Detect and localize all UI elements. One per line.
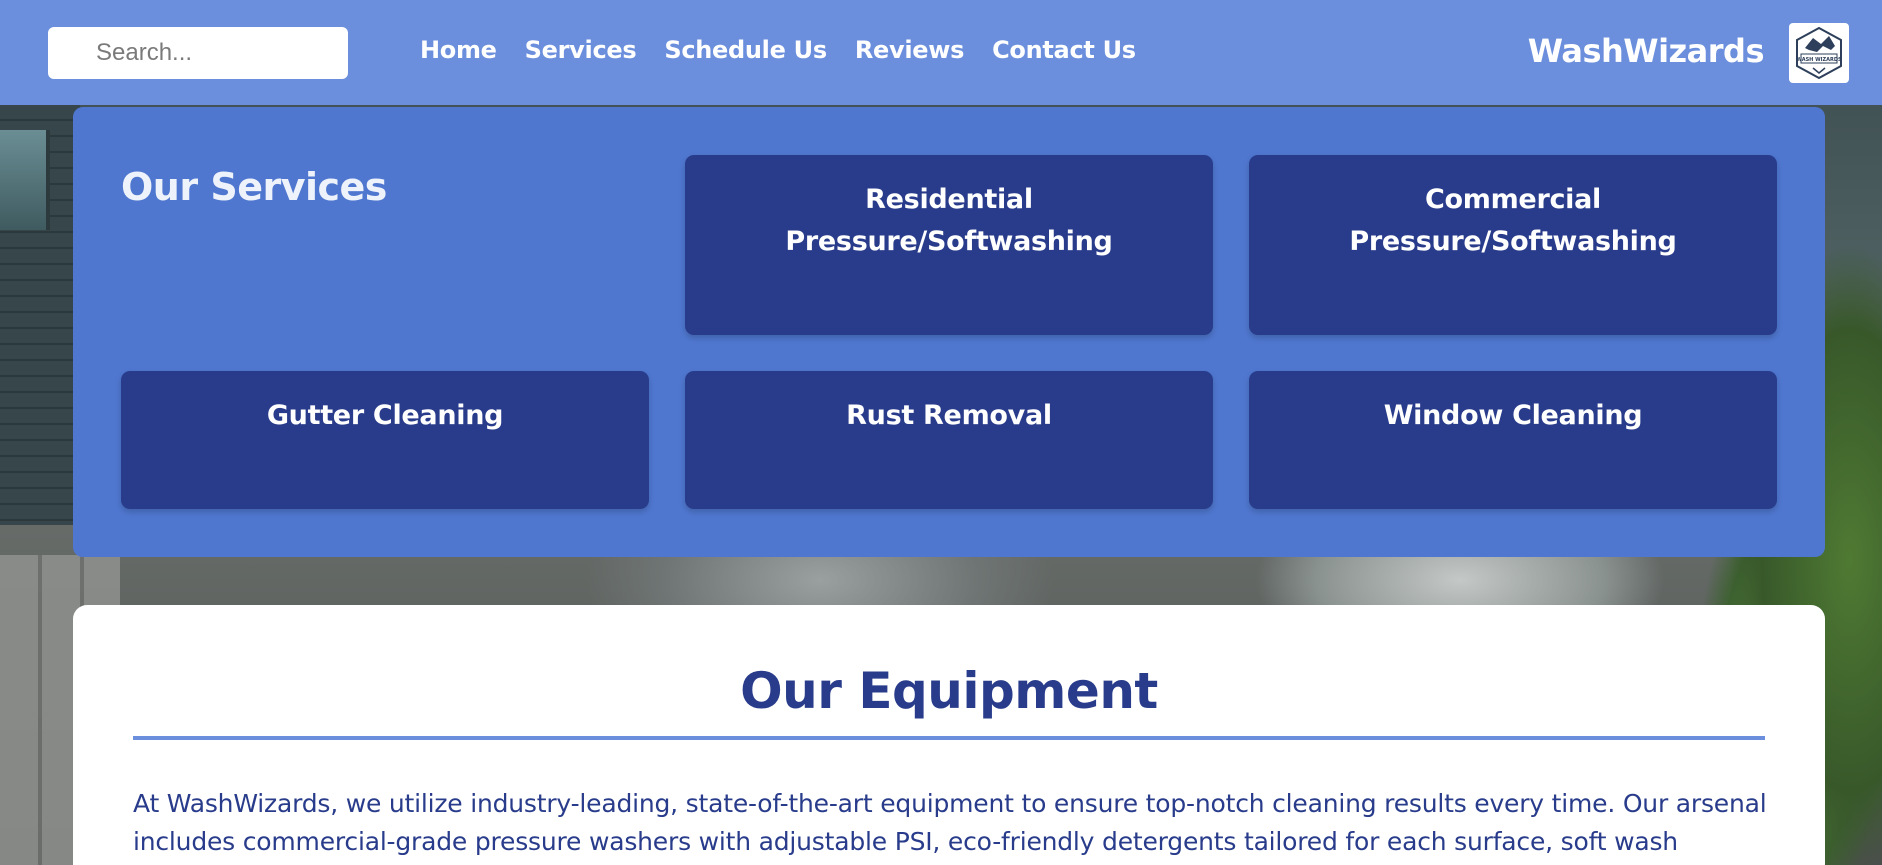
service-card-residential[interactable]: Residential Pressure/Softwashing [685,155,1213,335]
site-header: Home Services Schedule Us Reviews Contac… [0,0,1882,105]
service-card-rust-removal[interactable]: Rust Removal [685,371,1213,509]
nav-link-services[interactable]: Services [525,36,637,64]
equipment-description: At WashWizards, we utilize industry-lead… [133,789,1767,856]
nav-link-schedule-us[interactable]: Schedule Us [664,36,827,64]
service-card-label: Gutter Cleaning [266,400,504,431]
service-card-label: Residential [865,184,1033,215]
background-window [0,130,50,230]
service-card-label: Window Cleaning [1383,400,1643,431]
service-card-window-cleaning[interactable]: Window Cleaning [1249,371,1777,509]
service-card-label: Rust Removal [846,400,1052,431]
brand-name[interactable]: WashWizards [1528,32,1765,70]
nav-link-home[interactable]: Home [420,36,497,64]
nav-link-reviews[interactable]: Reviews [855,36,965,64]
service-card-label: Pressure/Softwashing [1349,226,1677,257]
service-card-label: Pressure/Softwashing [785,226,1113,257]
main-nav: Home Services Schedule Us Reviews Contac… [420,36,1136,64]
service-card-commercial[interactable]: Commercial Pressure/Softwashing [1249,155,1777,335]
equipment-section: Our Equipment At WashWizards, we utilize… [73,605,1825,865]
equipment-title: Our Equipment [740,662,1158,720]
services-title: Our Services [121,165,387,209]
nav-link-contact-us[interactable]: Contact Us [992,36,1136,64]
wash-wizards-logo-icon: WASH WIZARDS [1796,26,1842,80]
service-card-gutter-cleaning[interactable]: Gutter Cleaning [121,371,649,509]
svg-text:WASH WIZARDS: WASH WIZARDS [1796,57,1842,63]
services-panel: Our Services Residential Pressure/Softwa… [73,107,1825,557]
search-input[interactable] [48,27,348,79]
section-divider [133,736,1765,740]
service-card-label: Commercial [1425,184,1601,215]
brand-logo[interactable]: WASH WIZARDS [1789,23,1849,83]
